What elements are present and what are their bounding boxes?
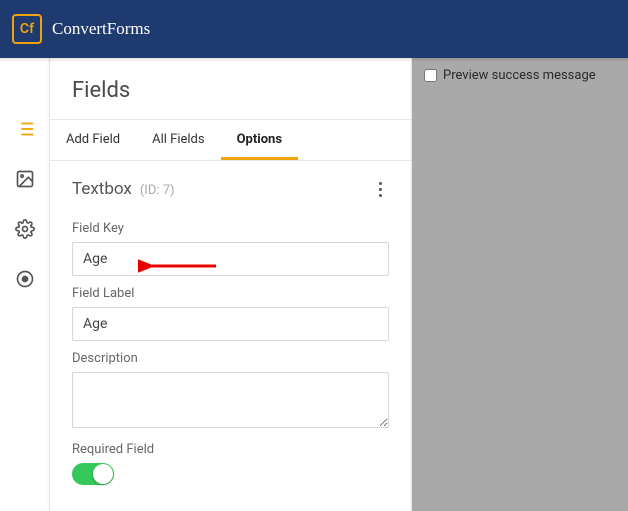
field-label-input[interactable] bbox=[72, 307, 389, 341]
kebab-menu-icon[interactable] bbox=[371, 180, 389, 198]
field-tabs: Add Field All Fields Options bbox=[50, 119, 411, 161]
tab-options[interactable]: Options bbox=[221, 120, 298, 160]
preview-pane: Preview success message bbox=[412, 58, 628, 511]
tab-add-field[interactable]: Add Field bbox=[50, 120, 136, 160]
field-id-label: (ID: 7) bbox=[140, 183, 175, 198]
gear-icon[interactable] bbox=[14, 218, 36, 240]
brand-name: ConvertForms bbox=[52, 19, 150, 39]
description-label: Description bbox=[72, 351, 389, 366]
fields-panel: Fields Add Field All Fields Options Text… bbox=[49, 58, 412, 511]
required-toggle[interactable] bbox=[72, 463, 114, 485]
target-icon[interactable] bbox=[14, 268, 36, 290]
description-textarea[interactable] bbox=[72, 372, 389, 428]
preview-success-checkbox[interactable] bbox=[424, 69, 437, 82]
brand-logo: Cf bbox=[12, 14, 42, 44]
field-key-input[interactable] bbox=[72, 242, 389, 276]
field-type-label: Textbox bbox=[72, 179, 132, 199]
topbar: Cf ConvertForms bbox=[0, 0, 628, 58]
preview-success-checkbox-container[interactable]: Preview success message bbox=[424, 68, 616, 83]
side-rail bbox=[0, 58, 49, 511]
tab-all-fields[interactable]: All Fields bbox=[136, 120, 220, 160]
field-label-label: Field Label bbox=[72, 286, 389, 301]
field-key-label: Field Key bbox=[72, 221, 389, 236]
image-icon[interactable] bbox=[14, 168, 36, 190]
preview-success-label: Preview success message bbox=[443, 68, 596, 83]
fields-icon[interactable] bbox=[14, 118, 36, 140]
required-field-label: Required Field bbox=[72, 442, 389, 457]
panel-title: Fields bbox=[50, 58, 411, 119]
